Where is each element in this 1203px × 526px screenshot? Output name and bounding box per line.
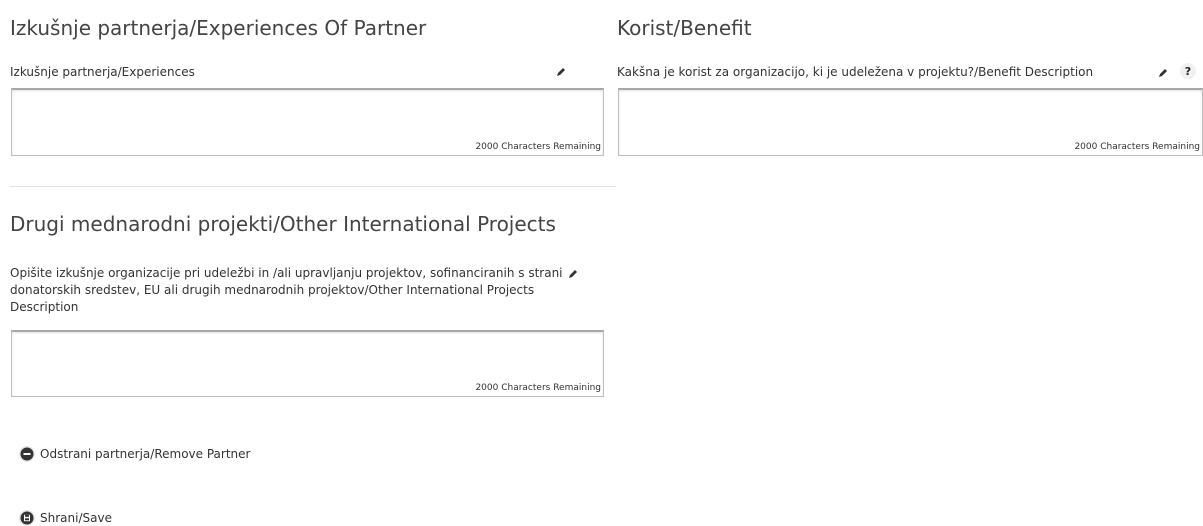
international-textarea-box: 2000 Characters Remaining [11,330,604,397]
floppy-disk-icon [19,510,35,526]
remove-partner-label: Odstrani partnerja/Remove Partner [40,447,251,461]
experiences-section-title: Izkušnje partnerja/Experiences Of Partne… [10,16,427,40]
benefit-char-counter: 2000 Characters Remaining [1074,142,1200,152]
save-button[interactable]: Shrani/Save [19,510,112,526]
minus-circle-icon [19,446,35,462]
section-divider [10,186,616,187]
experiences-textarea-box: 2000 Characters Remaining [11,88,604,156]
pencil-icon[interactable] [567,268,579,280]
benefit-section-title: Korist/Benefit [617,16,752,40]
international-field-label: Opišite izkušnje organizacije pri udelež… [10,266,563,314]
experiences-field-label: Izkušnje partnerja/Experiences [10,65,195,79]
benefit-field-label: Kakšna je korist za organizacijo, ki je … [617,65,1094,79]
pencil-icon[interactable] [1157,67,1169,79]
benefit-textarea-box: 2000 Characters Remaining [618,88,1203,156]
question-icon[interactable]: ? [1180,63,1196,79]
save-label: Shrani/Save [40,511,112,525]
remove-partner-button[interactable]: Odstrani partnerja/Remove Partner [19,446,250,462]
experiences-char-counter: 2000 Characters Remaining [475,142,601,152]
international-section-title: Drugi mednarodni projekti/Other Internat… [10,212,556,236]
international-char-counter: 2000 Characters Remaining [475,383,601,393]
pencil-icon[interactable] [555,66,567,78]
